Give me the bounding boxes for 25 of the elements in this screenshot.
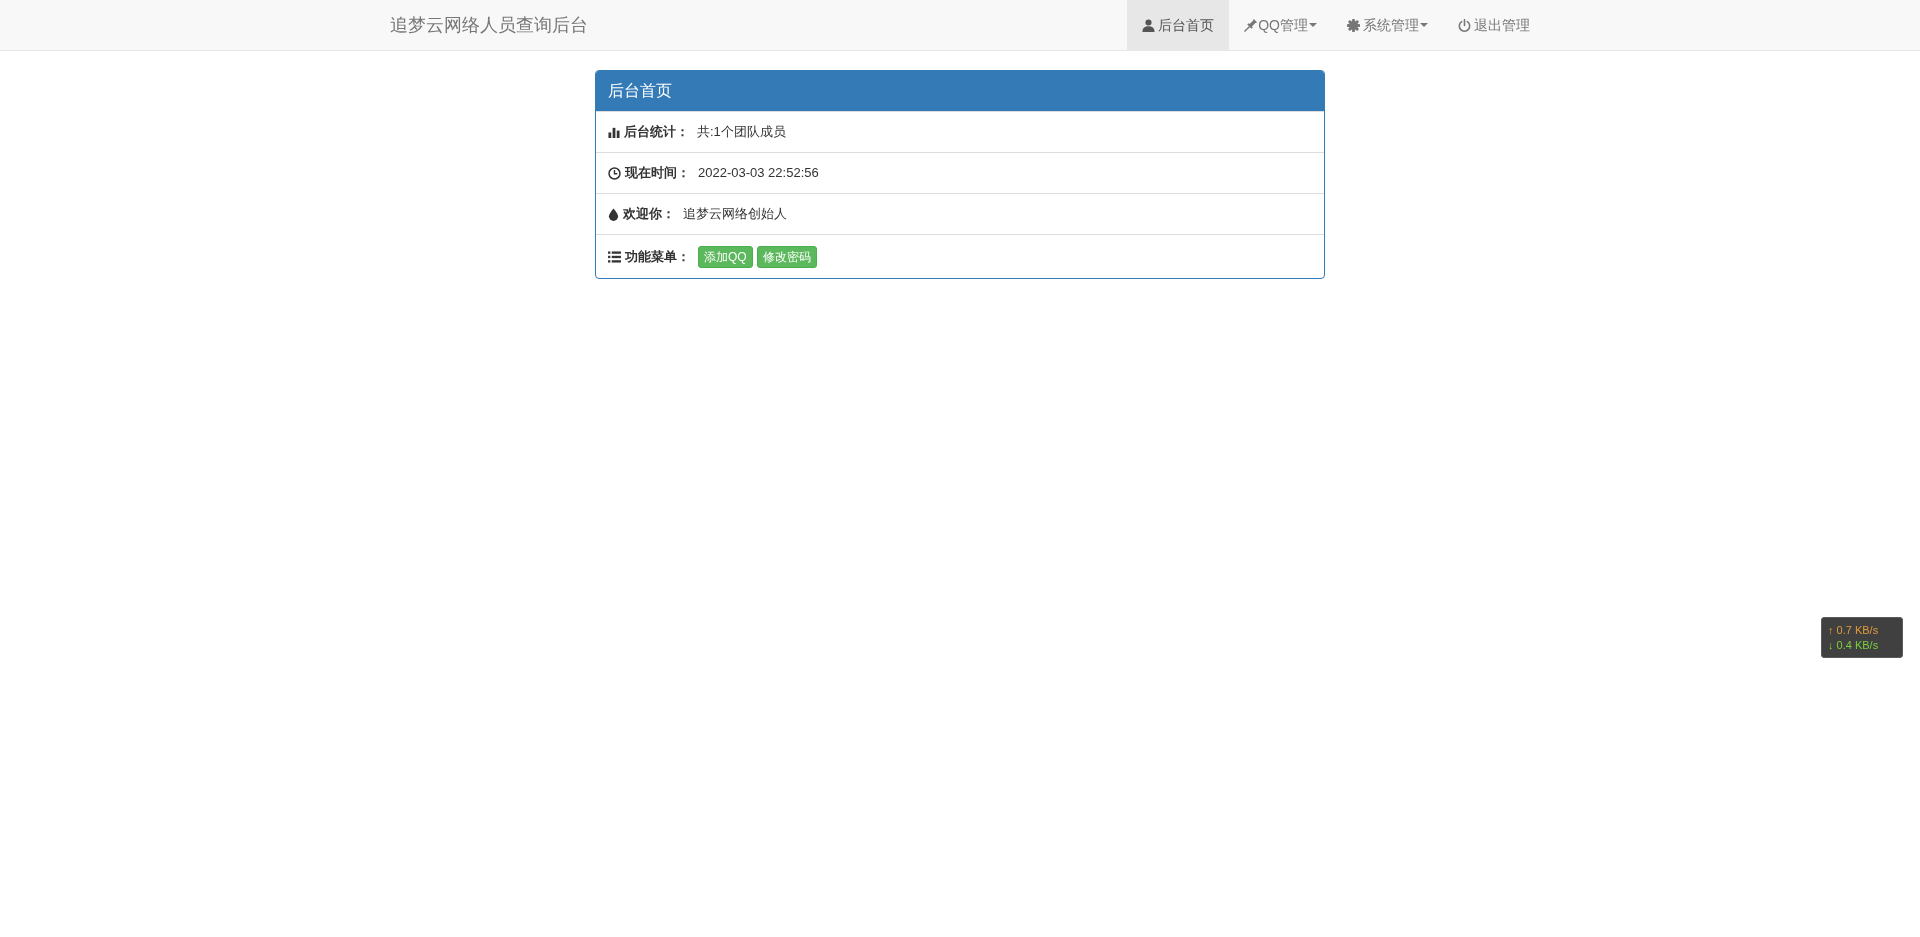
water-drop-icon (608, 207, 619, 221)
field-label: 后台统计： (624, 123, 689, 141)
field-value: 共:1个团队成员 (697, 123, 786, 141)
nav-link[interactable]: 退出管理 (1443, 0, 1545, 50)
field-label: 功能菜单： (625, 247, 690, 266)
list-icon (608, 250, 621, 263)
download-speed: ↓ 0.4 KB/s (1828, 637, 1880, 653)
site-brand[interactable]: 追梦云网络人员查询后台 (390, 15, 588, 35)
clock-icon (608, 166, 621, 180)
nav-link[interactable]: 系统管理 (1332, 0, 1443, 50)
upload-speed: ↑ 0.7 KB/s (1828, 622, 1880, 638)
nav-link[interactable]: 后台首页 (1127, 0, 1230, 50)
field-value: 2022-03-03 22:52:56 (698, 164, 819, 182)
pushpin-icon (1244, 18, 1258, 32)
user-icon (1142, 18, 1156, 32)
nav-link[interactable]: QQ管理 (1229, 0, 1332, 50)
field-label: 欢迎你： (623, 205, 675, 223)
menu-button[interactable]: 添加QQ (698, 245, 753, 268)
power-icon (1458, 18, 1471, 32)
field-value: 追梦云网络创始人 (683, 205, 787, 223)
gear-icon (1347, 18, 1360, 32)
menu-button[interactable]: 修改密码 (756, 245, 817, 268)
field-label: 现在时间： (625, 164, 690, 182)
panel-title: 后台首页 (596, 71, 1324, 111)
bar-chart-icon (608, 126, 620, 138)
